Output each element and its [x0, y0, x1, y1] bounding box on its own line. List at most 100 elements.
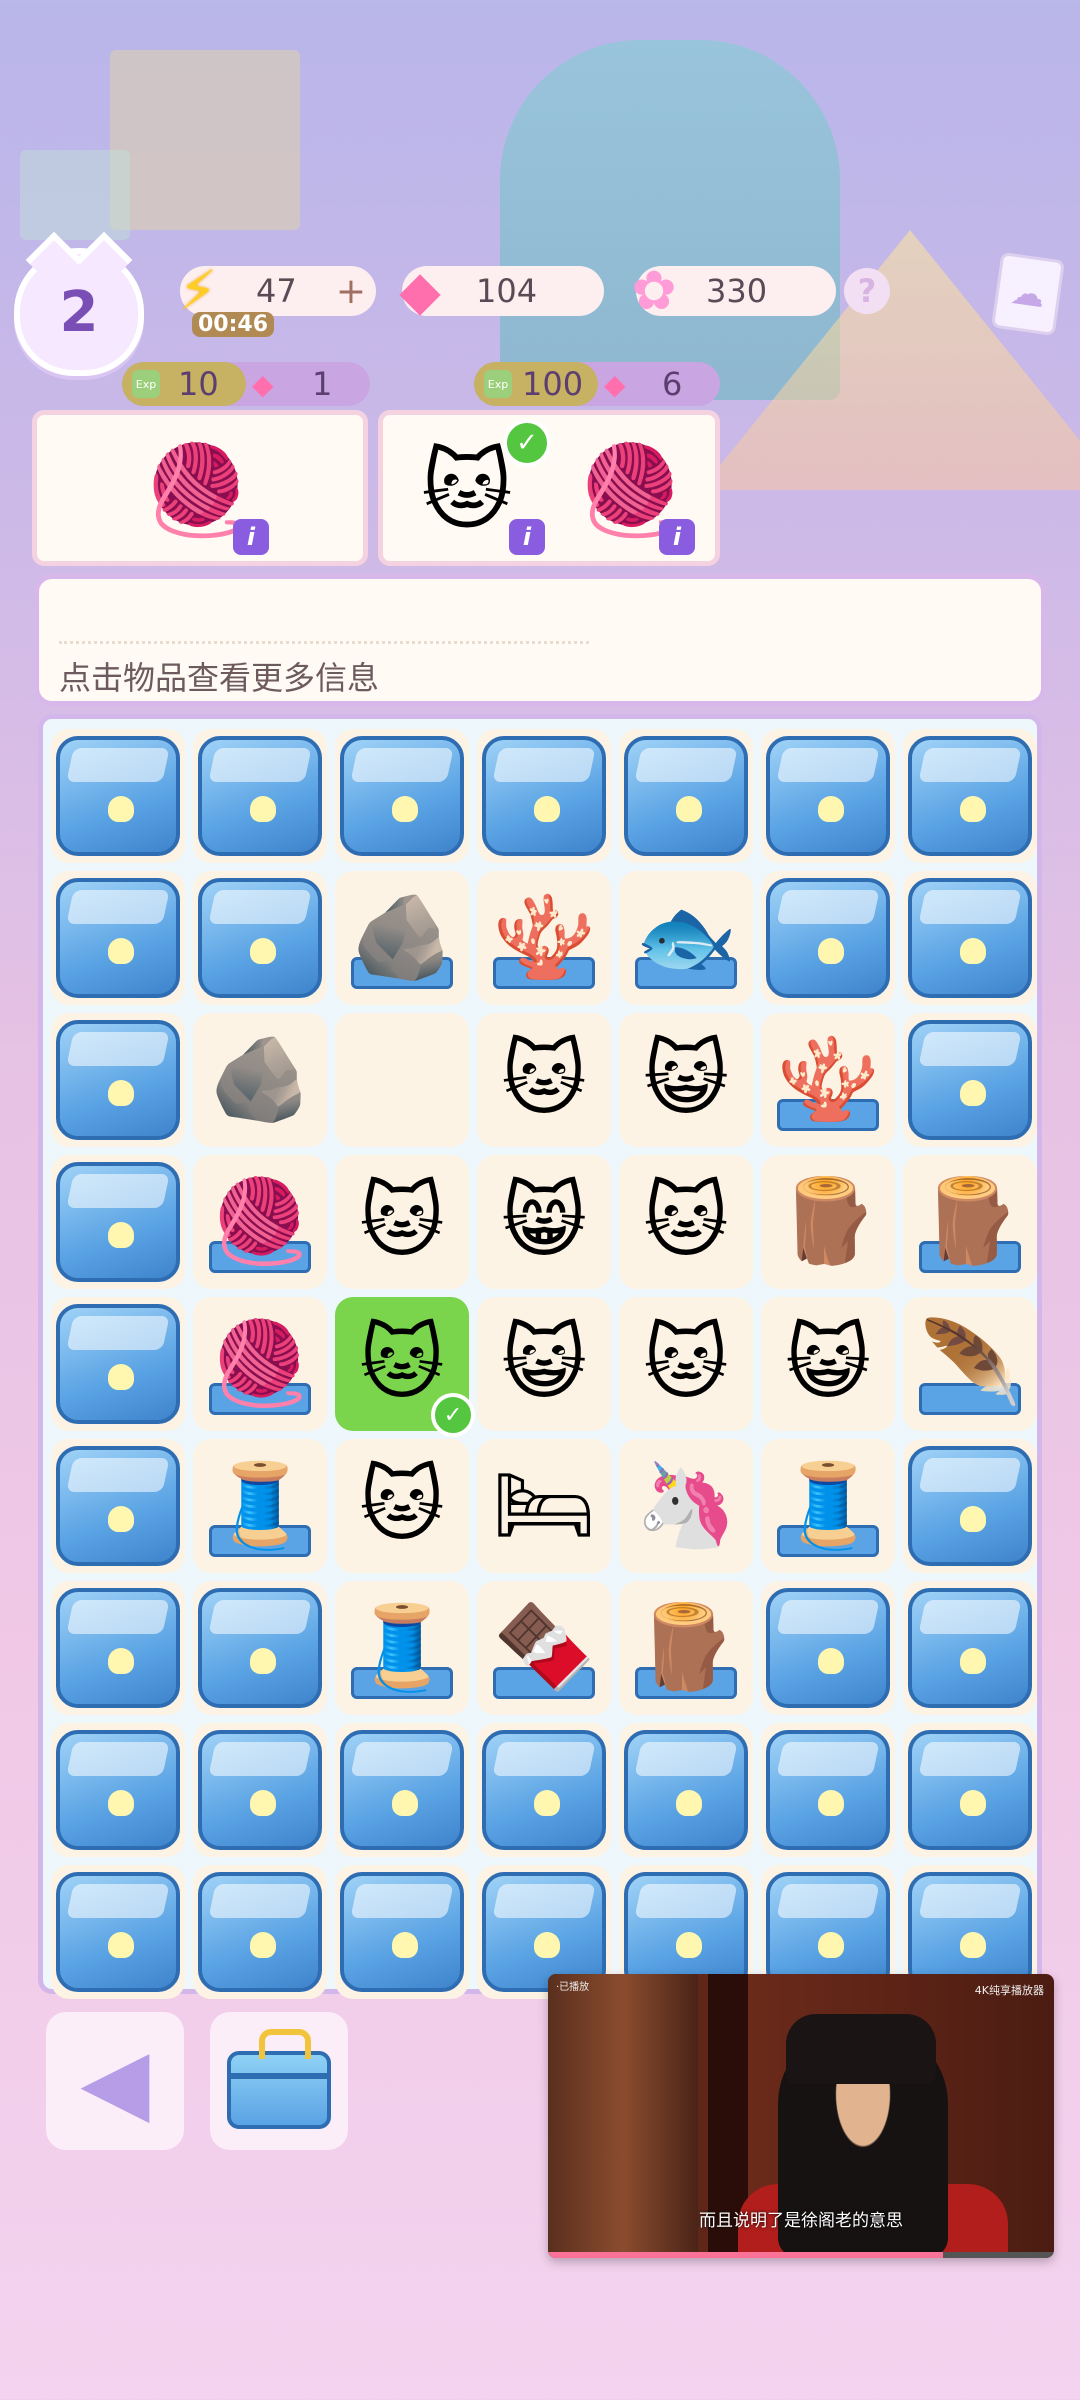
- energy-value: 47: [256, 272, 297, 310]
- board-cell[interactable]: [51, 1865, 185, 1999]
- reading-cat-icon: 🐱: [643, 1174, 729, 1269]
- mystery-box-icon: [482, 736, 606, 856]
- board-cell[interactable]: [51, 1013, 185, 1147]
- board-cell[interactable]: 🧶: [193, 1297, 327, 1431]
- board-cell[interactable]: 🐱: [619, 1297, 753, 1431]
- board-cell[interactable]: [903, 871, 1037, 1005]
- level-badge[interactable]: 2: [14, 248, 144, 376]
- mystery-box-icon: [56, 1162, 180, 1282]
- board-cell[interactable]: [51, 871, 185, 1005]
- board-cell[interactable]: [335, 1865, 469, 1999]
- board-cell[interactable]: 🦄: [619, 1439, 753, 1573]
- bib-cat-icon: 😺: [501, 1316, 587, 1411]
- board-cell[interactable]: [193, 1723, 327, 1857]
- board-cell[interactable]: [761, 729, 895, 863]
- divider: [59, 641, 589, 644]
- info-icon[interactable]: i: [233, 519, 269, 555]
- board-cell[interactable]: [51, 1723, 185, 1857]
- mystery-box-icon: [340, 1872, 464, 1992]
- mystery-box-icon: [908, 878, 1032, 998]
- board-cell[interactable]: 🐟: [619, 871, 753, 1005]
- level-number: 2: [59, 279, 99, 345]
- board-cell[interactable]: [903, 1439, 1037, 1573]
- board-cell[interactable]: 🪸: [761, 1013, 895, 1147]
- pip-video-player[interactable]: ·已播放 4K纯享播放器 而且说明了是徐阁老的意思: [548, 1974, 1054, 2258]
- stone-icon: 🪨: [208, 1032, 312, 1127]
- board-cell[interactable]: [903, 729, 1037, 863]
- board-cell[interactable]: 🧶: [193, 1155, 327, 1289]
- board-cell[interactable]: 🐱: [335, 1439, 469, 1573]
- board-cell[interactable]: [903, 1723, 1037, 1857]
- board-cell[interactable]: [193, 871, 327, 1005]
- board-cell[interactable]: [335, 729, 469, 863]
- info-icon[interactable]: i: [659, 519, 695, 555]
- board-cell[interactable]: [193, 1581, 327, 1715]
- stone-tray-icon: 🪨: [350, 890, 454, 985]
- board-cell[interactable]: 😸: [477, 1155, 611, 1289]
- bow-kitten-icon: 😸: [501, 1174, 587, 1269]
- board-cell[interactable]: [51, 1439, 185, 1573]
- video-progress-bar[interactable]: [548, 2252, 1054, 2258]
- board-cell[interactable]: [51, 729, 185, 863]
- yarn-tray-icon: 🧶: [208, 1174, 312, 1269]
- order-card[interactable]: 🐱 ✓ i 🧶 i: [378, 410, 720, 566]
- board-cell[interactable]: 🪵: [619, 1581, 753, 1715]
- order-reward-row: Exp 100 ◆ 6: [474, 362, 720, 406]
- board-cell[interactable]: 🛏: [477, 1439, 611, 1573]
- board-cell[interactable]: 🐱: [477, 1013, 611, 1147]
- board-cell[interactable]: 😺: [477, 1297, 611, 1431]
- add-energy-button[interactable]: +: [336, 271, 366, 312]
- star-counter[interactable]: ✿ 330: [631, 259, 836, 322]
- mystery-box-icon: [56, 878, 180, 998]
- board-cell[interactable]: [193, 1865, 327, 1999]
- board-cell[interactable]: [761, 1723, 895, 1857]
- board-cell[interactable]: [51, 1155, 185, 1289]
- board-cell[interactable]: [335, 1723, 469, 1857]
- cat-card-icon[interactable]: ☁: [991, 251, 1065, 337]
- board-cell[interactable]: [335, 1013, 469, 1147]
- chocolate-tray-icon: 🍫: [492, 1600, 596, 1695]
- coral-tray-icon: 🪸: [776, 1032, 880, 1127]
- board-cell[interactable]: 🪶: [903, 1297, 1037, 1431]
- frog-hat-cat-icon: 🐱: [359, 1316, 445, 1411]
- gem-counter[interactable]: ◆ 104: [399, 259, 604, 322]
- energy-timer: 00:46: [192, 312, 275, 337]
- gem-reward: 1: [312, 365, 333, 403]
- board-cell[interactable]: [619, 729, 753, 863]
- info-icon[interactable]: i: [509, 519, 545, 555]
- help-button[interactable]: ?: [844, 268, 890, 314]
- board-cell[interactable]: 🧵: [193, 1439, 327, 1573]
- board-cell[interactable]: [477, 729, 611, 863]
- board-cell[interactable]: 🧵: [761, 1439, 895, 1573]
- board-cell[interactable]: [619, 1723, 753, 1857]
- star-value: 330: [706, 272, 768, 310]
- order-card[interactable]: 🧶 i: [32, 410, 368, 566]
- board-cell[interactable]: 🪵: [903, 1155, 1037, 1289]
- board-cell[interactable]: [903, 1013, 1037, 1147]
- board-cell[interactable]: 🧵: [335, 1581, 469, 1715]
- rainbow-star-icon: ✿: [631, 258, 677, 322]
- board-cell[interactable]: [761, 871, 895, 1005]
- board-cell[interactable]: 🍫: [477, 1581, 611, 1715]
- board-cell[interactable]: 😺: [761, 1297, 895, 1431]
- board-cell[interactable]: 🐱: [619, 1155, 753, 1289]
- board-cell[interactable]: 🪨: [335, 871, 469, 1005]
- board-cell[interactable]: [477, 1723, 611, 1857]
- board-cell[interactable]: [51, 1297, 185, 1431]
- back-button[interactable]: ◀: [46, 2012, 184, 2150]
- taiyaki-tray-icon: 🐟: [634, 890, 738, 985]
- exp-reward: 100: [522, 365, 584, 403]
- energy-counter[interactable]: ⚡ 47 +: [179, 259, 376, 322]
- board-cell[interactable]: [903, 1581, 1037, 1715]
- board-cell[interactable]: [193, 729, 327, 863]
- board-cell[interactable]: [761, 1581, 895, 1715]
- toolbox-button[interactable]: [210, 2012, 348, 2150]
- board-cell[interactable]: 😺: [619, 1013, 753, 1147]
- board-cell[interactable]: 🪸: [477, 871, 611, 1005]
- yarn-tray-icon: 🧶: [208, 1316, 312, 1411]
- board-cell[interactable]: 🪵: [761, 1155, 895, 1289]
- board-cell[interactable]: 🐱: [335, 1155, 469, 1289]
- board-cell[interactable]: 🪨: [193, 1013, 327, 1147]
- board-cell[interactable]: [51, 1581, 185, 1715]
- board-cell[interactable]: 🐱 ✓: [335, 1297, 475, 1437]
